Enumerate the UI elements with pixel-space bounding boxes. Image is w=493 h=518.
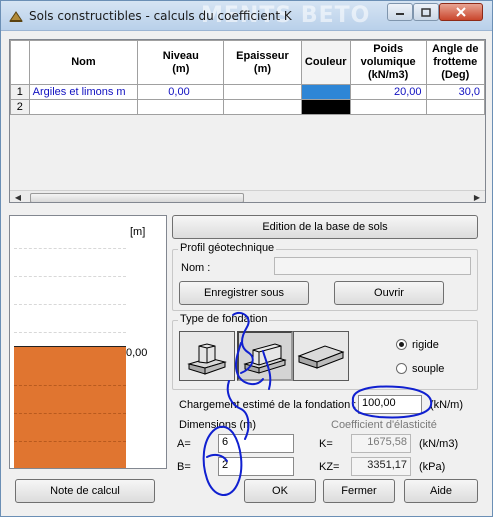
dialog-window: MENTS BETO Sols constructibles - calculs… <box>0 0 493 517</box>
footing-strip-icon <box>243 343 287 374</box>
dimension-b-label: B= <box>177 461 191 473</box>
enregistrer-sous-button[interactable]: Enregistrer sous <box>179 281 309 305</box>
gridline <box>14 332 126 333</box>
cell-couleur[interactable] <box>300 84 351 100</box>
header-poids[interactable]: Poids volumique (kN/m3) <box>349 40 427 85</box>
footing-isolated-button[interactable] <box>179 331 235 381</box>
cell-epaisseur[interactable] <box>223 84 302 100</box>
radio-rigide-label: rigide <box>412 339 439 351</box>
k-unit: (kN/m3) <box>419 438 459 450</box>
window-title: Sols constructibles - calculs du coeffic… <box>29 9 292 23</box>
maximize-button[interactable] <box>413 3 439 21</box>
edition-base-sols-button[interactable]: Edition de la base de sols <box>172 215 478 239</box>
dimension-b-input[interactable]: 2 <box>218 457 294 476</box>
header-corner <box>10 40 30 85</box>
radio-souple[interactable] <box>396 363 407 374</box>
chargement-label: Chargement estimé de la fondation : <box>179 399 357 411</box>
horizontal-scrollbar[interactable]: ◀ ▶ <box>10 190 485 202</box>
gridline <box>14 441 126 442</box>
k-value-field: 1675,58 <box>351 434 411 453</box>
dimension-a-input[interactable]: 6 <box>218 434 294 453</box>
table-row[interactable]: 1 Argiles et limons m 0,00 20,00 30,0 <box>10 84 485 100</box>
cell-nom[interactable] <box>28 99 139 115</box>
depth-value-label: 0,00 <box>126 347 148 359</box>
k-label: K= <box>319 438 333 450</box>
radio-souple-label: souple <box>412 363 445 375</box>
profil-nom-label: Nom : <box>181 262 211 274</box>
fondation-group-title: Type de fondation <box>178 313 270 325</box>
minimize-button[interactable] <box>387 3 413 21</box>
cell-epaisseur[interactable] <box>223 99 302 115</box>
gridline <box>14 248 126 249</box>
cell-poids[interactable] <box>349 99 427 115</box>
footing-strip-button[interactable] <box>237 331 293 381</box>
soil-grid[interactable]: Nom Niveau (m) Epaisseur (m) Couleur Poi… <box>9 39 486 203</box>
close-icon <box>456 7 466 17</box>
kz-unit: (kPa) <box>419 461 446 473</box>
footing-isolated-icon <box>187 343 227 375</box>
depth-unit-label: [m] <box>130 226 146 238</box>
profil-nom-input[interactable] <box>274 257 471 275</box>
aide-button[interactable]: Aide <box>404 479 478 503</box>
ouvrir-button[interactable]: Ouvrir <box>334 281 444 305</box>
gridline <box>14 276 126 277</box>
radio-rigide[interactable] <box>396 339 407 350</box>
footing-slab-button[interactable] <box>293 331 349 381</box>
kz-value-field: 3351,17 <box>351 457 411 476</box>
dimensions-title: Dimensions (m) <box>179 419 257 431</box>
soil-layer <box>14 346 126 468</box>
dimension-a-label: A= <box>177 438 191 450</box>
cell-angle[interactable] <box>425 99 485 115</box>
soil-profile-preview: [m] 0,00 <box>9 215 167 469</box>
scroll-left-icon[interactable]: ◀ <box>12 192 24 202</box>
chargement-input[interactable]: 100,00 <box>358 395 422 414</box>
minimize-icon <box>396 13 404 15</box>
radio-selected-dot <box>399 342 404 347</box>
cell-niveau[interactable]: 0,00 <box>137 84 225 100</box>
close-button[interactable] <box>439 3 483 21</box>
scrollbar-thumb[interactable] <box>30 193 244 202</box>
gridline <box>14 304 126 305</box>
kz-label: KZ= <box>319 461 340 473</box>
table-row[interactable]: 2 <box>10 99 485 115</box>
note-de-calcul-button[interactable]: Note de calcul <box>15 479 155 503</box>
profil-group-title: Profil géotechnique <box>178 242 277 254</box>
gridline <box>14 385 126 386</box>
cell-angle[interactable]: 30,0 <box>425 84 485 100</box>
row-number: 2 <box>10 99 30 115</box>
chargement-unit: (kN/m) <box>430 399 463 411</box>
cell-nom[interactable]: Argiles et limons m <box>28 84 139 100</box>
ok-button[interactable]: OK <box>244 479 316 503</box>
title-bar: MENTS BETO Sols constructibles - calculs… <box>1 1 492 31</box>
app-icon <box>9 11 23 22</box>
cell-niveau[interactable] <box>137 99 225 115</box>
header-niveau[interactable]: Niveau (m) <box>137 40 225 85</box>
header-epaisseur[interactable]: Epaisseur (m) <box>223 40 302 85</box>
cell-poids[interactable]: 20,00 <box>349 84 427 100</box>
footing-slab-icon <box>297 345 345 369</box>
header-angle[interactable]: Angle de frotteme (Deg) <box>425 40 485 85</box>
elasticite-title: Coefficient d'élasticité <box>331 419 437 431</box>
cell-couleur[interactable] <box>300 99 351 115</box>
soil-table: Nom Niveau (m) Epaisseur (m) Couleur Poi… <box>10 40 485 115</box>
maximize-icon <box>421 7 431 17</box>
gridline <box>14 413 126 414</box>
header-couleur[interactable]: Couleur <box>300 40 351 85</box>
scroll-right-icon[interactable]: ▶ <box>471 192 483 202</box>
row-number: 1 <box>10 84 30 100</box>
header-nom[interactable]: Nom <box>28 40 139 85</box>
fermer-button[interactable]: Fermer <box>323 479 395 503</box>
